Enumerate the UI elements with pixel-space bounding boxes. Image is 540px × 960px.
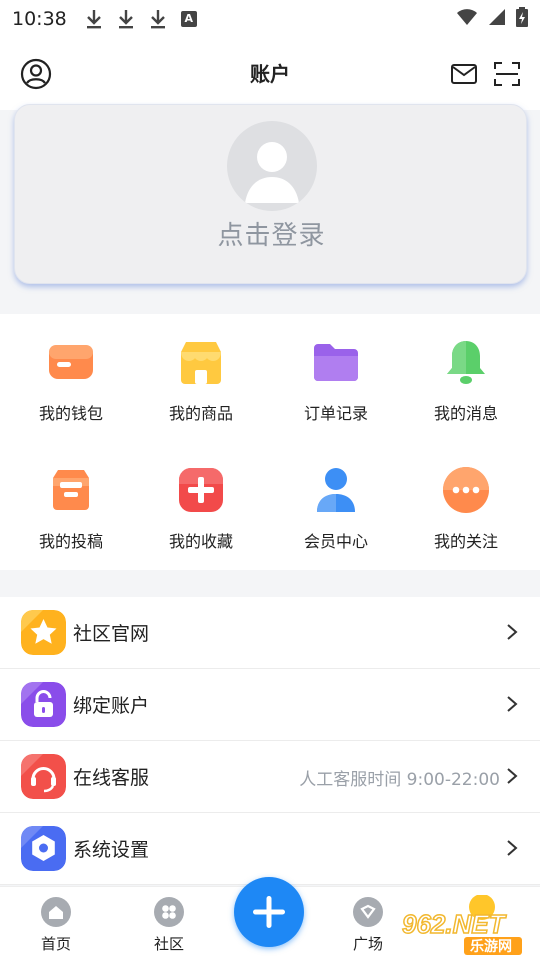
status-system-icons	[456, 7, 528, 31]
support-hours: 人工客服时间 9:00-22:00	[299, 770, 500, 790]
chevron-right-icon	[507, 624, 518, 640]
nav-home[interactable]: 首页	[21, 897, 91, 954]
download-icon	[117, 8, 135, 30]
grid-item-membership[interactable]: 会员中心	[271, 442, 401, 552]
chevron-right-icon	[507, 696, 518, 712]
watermark-logo: 962.NET 乐游网	[400, 894, 536, 955]
bottom-nav: 首页 社区 广场 962.NET 乐游网	[0, 877, 540, 960]
chevron-right-icon	[507, 768, 518, 784]
grid-label: 我的关注	[433, 532, 498, 551]
watermark-main-text: 962.NET	[402, 909, 507, 939]
feature-grid: 我的钱包 我的商品 订单记录 我的消息 我的投稿 我的收藏 会员中心 我的关注	[0, 314, 540, 570]
avatar	[227, 121, 317, 211]
grid-label: 我的投稿	[38, 532, 103, 551]
menu-label: 在线客服	[73, 767, 150, 789]
inbox-icon	[53, 470, 89, 510]
grid-item-wallet[interactable]: 我的钱包	[6, 314, 136, 424]
user-icon	[317, 468, 355, 512]
mail-icon	[451, 64, 477, 84]
grid-label: 订单记录	[303, 404, 368, 423]
grid-item-favorites[interactable]: 我的收藏	[136, 442, 266, 552]
download-icon	[149, 8, 167, 30]
menu-label: 社区官网	[73, 623, 150, 645]
grid-item-submissions[interactable]: 我的投稿	[6, 442, 136, 552]
menu-item-online-support[interactable]: 在线客服 人工客服时间 9:00-22:00	[0, 741, 540, 813]
lock-icon	[21, 682, 66, 727]
status-notifications: A	[85, 8, 197, 30]
menu-item-community-site[interactable]: 社区官网	[0, 597, 540, 669]
create-post-button[interactable]	[234, 877, 304, 947]
settings-menu: 社区官网 绑定账户 在线客服 人工客服时间 9:00-22:00 系统设置	[0, 597, 540, 885]
diamond-icon	[353, 897, 383, 927]
bell-icon	[447, 341, 485, 384]
login-card[interactable]: 点击登录	[14, 104, 527, 284]
nav-label: 广场	[352, 935, 383, 953]
wallet-icon	[49, 345, 93, 379]
headset-icon	[21, 754, 66, 799]
scan-icon	[494, 62, 520, 86]
grid-item-products[interactable]: 我的商品	[136, 314, 266, 424]
default-avatar-icon	[245, 142, 299, 203]
grid-label: 我的商品	[168, 404, 233, 423]
more-circle-icon	[443, 467, 489, 513]
download-icon	[85, 8, 103, 30]
shop-icon	[181, 342, 221, 384]
login-section: 点击登录	[0, 104, 540, 314]
menu-label: 系统设置	[73, 839, 150, 861]
app-header: 账户	[0, 38, 540, 110]
signal-icon	[488, 8, 506, 30]
login-prompt[interactable]: 点击登录	[15, 215, 528, 252]
home-icon	[41, 897, 71, 927]
grid-label: 我的钱包	[38, 404, 103, 423]
plus-icon	[253, 896, 285, 928]
grid-label: 我的收藏	[168, 532, 233, 551]
nav-label: 社区	[153, 935, 184, 953]
grid-item-orders[interactable]: 订单记录	[271, 314, 401, 424]
nav-plaza[interactable]: 广场	[333, 897, 403, 954]
nav-community[interactable]: 社区	[134, 897, 204, 954]
community-icon	[154, 897, 184, 927]
settings-icon	[21, 826, 66, 871]
folder-icon	[314, 344, 358, 381]
grid-item-following[interactable]: 我的关注	[401, 442, 531, 552]
wifi-icon	[456, 8, 478, 30]
messages-button[interactable]	[448, 58, 480, 90]
star-icon	[21, 610, 66, 655]
menu-item-system-settings[interactable]: 系统设置	[0, 813, 540, 885]
app-badge-icon: A	[180, 11, 197, 27]
chevron-right-icon	[507, 840, 518, 856]
watermark-sub-text: 乐游网	[470, 938, 512, 955]
grid-label: 我的消息	[433, 404, 498, 423]
battery-icon	[516, 7, 528, 31]
menu-item-bind-account[interactable]: 绑定账户	[0, 669, 540, 741]
status-bar: 10:38 A	[0, 0, 540, 38]
grid-label: 会员中心	[303, 532, 368, 551]
status-time: 10:38	[12, 8, 67, 30]
grid-item-messages[interactable]: 我的消息	[401, 314, 531, 424]
scan-button[interactable]	[491, 58, 523, 90]
plus-square-icon	[179, 468, 223, 512]
nav-label: 首页	[40, 935, 71, 953]
menu-label: 绑定账户	[73, 695, 150, 717]
